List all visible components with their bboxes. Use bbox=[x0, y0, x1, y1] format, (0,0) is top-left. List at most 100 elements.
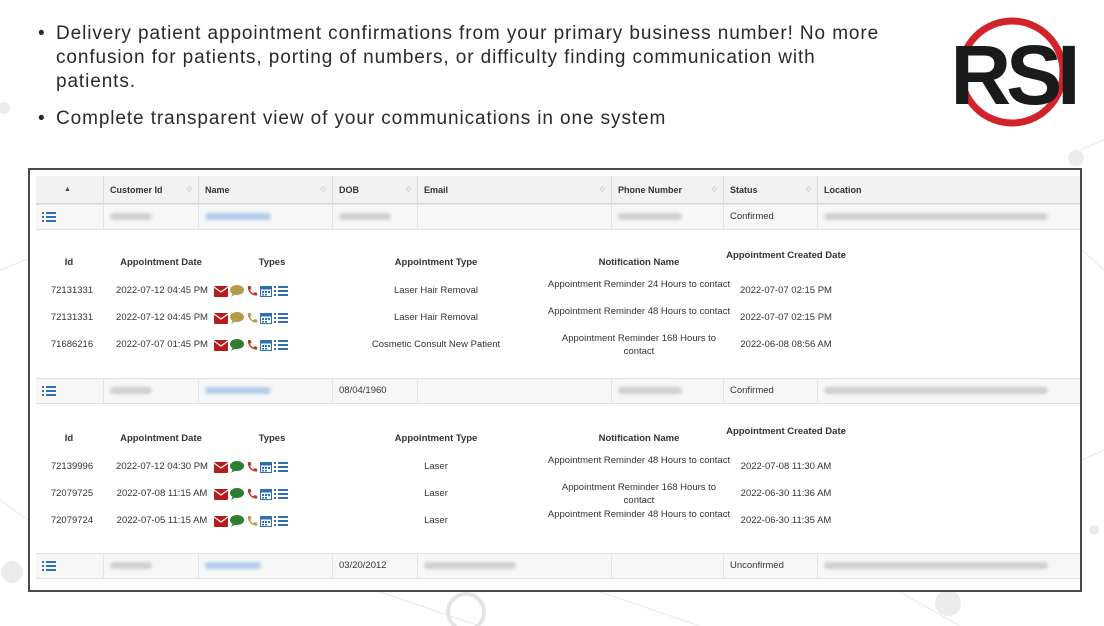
location-cell bbox=[818, 554, 1080, 578]
chat-bubble-icon[interactable] bbox=[230, 285, 244, 297]
types-icons bbox=[214, 487, 294, 501]
phone-icon[interactable] bbox=[246, 285, 258, 297]
column-header-email[interactable]: Email ◇ bbox=[418, 176, 612, 204]
sort-icon[interactable]: ◇ bbox=[600, 176, 605, 204]
column-header-name[interactable]: Name ◇ bbox=[199, 176, 333, 204]
appointments-subtable: Id Appointment Date Types Appointment Ty… bbox=[36, 232, 1080, 380]
list-icon[interactable] bbox=[274, 461, 288, 473]
feature-bullets: • Delivery patient appointment confirmat… bbox=[38, 22, 898, 131]
chat-bubble-icon[interactable] bbox=[230, 461, 244, 473]
sort-icon[interactable]: ◇ bbox=[712, 176, 717, 204]
appointment-type: Laser bbox=[424, 515, 448, 526]
phone-icon[interactable] bbox=[246, 488, 258, 500]
appointment-type: Laser Hair Removal bbox=[394, 285, 478, 296]
chat-bubble-icon[interactable] bbox=[230, 312, 244, 324]
notification-name: Appointment Reminder 24 Hours to contact bbox=[547, 279, 731, 290]
notification-name: Appointment Reminder 48 Hours to contact bbox=[547, 509, 731, 520]
chat-bubble-icon[interactable] bbox=[230, 515, 244, 527]
customer-row[interactable]: 08/04/1960 Confirmed bbox=[36, 378, 1080, 404]
column-label: Phone Number bbox=[618, 185, 683, 195]
column-label: Customer Id bbox=[110, 185, 163, 195]
column-header-customer-id[interactable]: Customer Id ◇ bbox=[104, 176, 199, 204]
calendar-icon[interactable] bbox=[260, 312, 272, 324]
name-cell[interactable] bbox=[199, 205, 333, 229]
column-label: DOB bbox=[339, 185, 359, 195]
subheader-created-date: Appointment Created Date bbox=[726, 426, 846, 437]
expand-cell[interactable] bbox=[36, 379, 104, 403]
calendar-icon[interactable] bbox=[260, 285, 272, 297]
redacted-name-link[interactable] bbox=[205, 386, 271, 394]
envelope-icon[interactable] bbox=[214, 515, 228, 527]
appointments-subtable: Id Appointment Date Types Appointment Ty… bbox=[36, 406, 1080, 554]
notification-name: Appointment Reminder 168 Hours to contac… bbox=[561, 482, 717, 506]
sort-icon[interactable]: ◇ bbox=[806, 176, 811, 204]
sort-icon[interactable]: ◇ bbox=[406, 176, 411, 204]
list-icon[interactable] bbox=[274, 515, 288, 527]
list-icon[interactable] bbox=[42, 211, 56, 223]
column-label: Status bbox=[730, 185, 758, 195]
appointments-grid-panel: ▲ Customer Id ◇ Name ◇ DOB ◇ Email ◇ Pho… bbox=[28, 168, 1082, 592]
phone-icon[interactable] bbox=[246, 515, 258, 527]
phone-icon[interactable] bbox=[246, 461, 258, 473]
appointment-type: Cosmetic Consult New Patient bbox=[371, 339, 501, 350]
list-icon[interactable] bbox=[274, 488, 288, 500]
appointment-created-date: 2022-07-07 02:15 PM bbox=[740, 285, 832, 296]
chat-bubble-icon[interactable] bbox=[230, 488, 244, 500]
appointment-id: 72131331 bbox=[50, 312, 94, 323]
dob-cell: 03/20/2012 bbox=[333, 554, 418, 578]
calendar-icon[interactable] bbox=[260, 461, 272, 473]
bullet-item: • Complete transparent view of your comm… bbox=[38, 107, 898, 131]
column-label: Location bbox=[824, 185, 862, 195]
sort-icon[interactable]: ◇ bbox=[321, 176, 326, 204]
subheader-appointment-type: Appointment Type bbox=[394, 433, 478, 444]
appointment-type: Laser Hair Removal bbox=[394, 312, 478, 323]
calendar-icon[interactable] bbox=[260, 515, 272, 527]
sort-icon[interactable]: ◇ bbox=[187, 176, 192, 204]
column-header-phone-number[interactable]: Phone Number ◇ bbox=[612, 176, 724, 204]
subheader-types: Types bbox=[258, 257, 286, 268]
calendar-icon[interactable] bbox=[260, 339, 272, 351]
column-header-expand[interactable]: ▲ bbox=[36, 176, 104, 204]
subheader-notification-name: Notification Name bbox=[598, 433, 680, 444]
bullet-dot: • bbox=[38, 108, 46, 129]
list-icon[interactable] bbox=[274, 312, 288, 324]
list-icon[interactable] bbox=[42, 385, 56, 397]
name-cell[interactable] bbox=[199, 554, 333, 578]
phone-icon[interactable] bbox=[246, 312, 258, 324]
redacted-name-link[interactable] bbox=[205, 561, 261, 569]
redacted-customer-id bbox=[110, 386, 152, 394]
redacted-phone bbox=[618, 386, 682, 394]
list-icon[interactable] bbox=[274, 285, 288, 297]
envelope-icon[interactable] bbox=[214, 339, 228, 351]
email-cell bbox=[418, 379, 612, 403]
appointment-created-date: 2022-06-08 08:56 AM bbox=[740, 339, 832, 350]
column-header-dob[interactable]: DOB ◇ bbox=[333, 176, 418, 204]
status-cell: Confirmed bbox=[724, 205, 818, 229]
list-icon[interactable] bbox=[274, 339, 288, 351]
appointment-id: 72131331 bbox=[50, 285, 94, 296]
notification-name: Appointment Reminder 48 Hours to contact bbox=[547, 455, 731, 466]
customer-row[interactable]: Confirmed bbox=[36, 204, 1080, 230]
redacted-customer-id bbox=[110, 561, 152, 569]
calendar-icon[interactable] bbox=[260, 488, 272, 500]
redacted-name-link[interactable] bbox=[205, 212, 271, 220]
column-header-status[interactable]: Status ◇ bbox=[724, 176, 818, 204]
envelope-icon[interactable] bbox=[214, 488, 228, 500]
expand-cell[interactable] bbox=[36, 554, 104, 578]
list-icon[interactable] bbox=[42, 560, 56, 572]
customer-row[interactable]: 03/20/2012 Unconfirmed bbox=[36, 553, 1080, 579]
bullet-text: Complete transparent view of your commun… bbox=[56, 108, 667, 129]
sort-asc-icon[interactable]: ▲ bbox=[64, 176, 71, 204]
types-icons bbox=[214, 514, 294, 528]
notification-name: Appointment Reminder 168 Hours to contac… bbox=[561, 333, 717, 357]
expand-cell[interactable] bbox=[36, 205, 104, 229]
envelope-icon[interactable] bbox=[214, 461, 228, 473]
envelope-icon[interactable] bbox=[214, 285, 228, 297]
column-header-location[interactable]: Location bbox=[818, 176, 1080, 204]
name-cell[interactable] bbox=[199, 379, 333, 403]
redacted-phone bbox=[618, 212, 682, 220]
chat-bubble-icon[interactable] bbox=[230, 339, 244, 351]
envelope-icon[interactable] bbox=[214, 312, 228, 324]
column-label: Email bbox=[424, 185, 449, 195]
phone-icon[interactable] bbox=[246, 339, 258, 351]
